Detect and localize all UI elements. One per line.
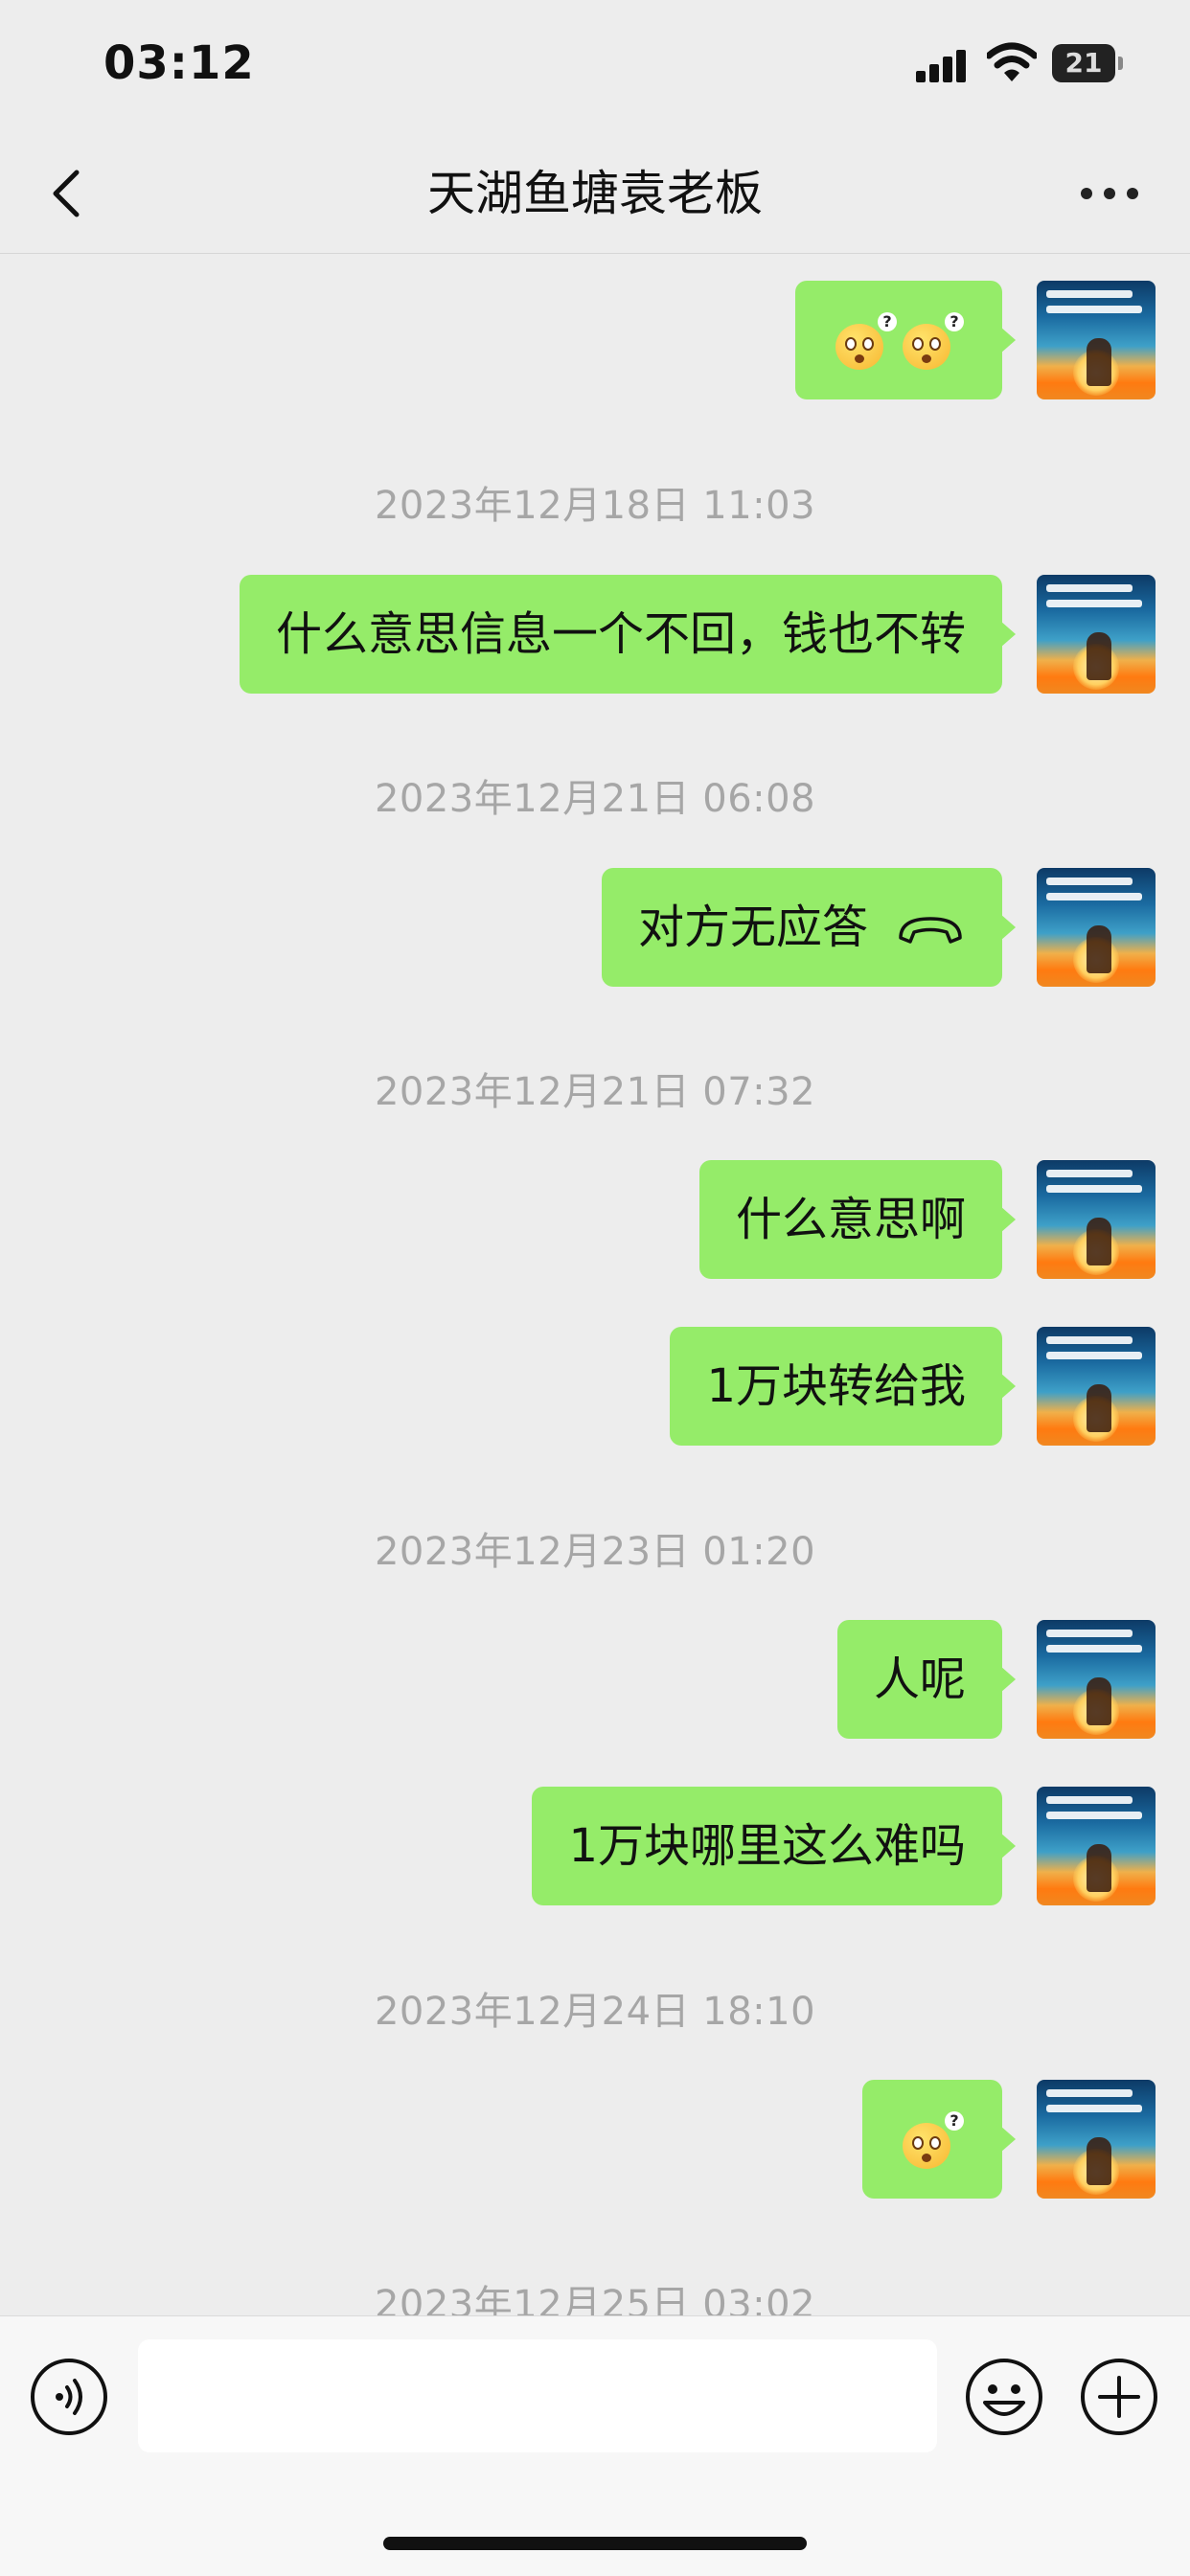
- wifi-icon: [987, 42, 1037, 81]
- timestamp: 2023年12月25日 03:02: [374, 2283, 816, 2315]
- more-dots-icon[interactable]: [1071, 172, 1148, 215]
- timestamp: 2023年12月23日 01:20: [374, 1530, 816, 1574]
- timestamp: 2023年12月18日 11:03: [374, 484, 816, 528]
- avatar[interactable]: [1037, 868, 1156, 987]
- cellular-signal-icon: [916, 48, 970, 82]
- home-indicator[interactable]: [383, 2537, 807, 2550]
- avatar[interactable]: [1037, 281, 1156, 399]
- confused-face-emoji: ?: [903, 312, 964, 370]
- message-input[interactable]: [138, 2339, 937, 2452]
- chat-title: 天湖鱼塘袁老板: [427, 166, 763, 221]
- message-bubble[interactable]: 1万块转给我: [670, 1327, 1016, 1446]
- message-bubble[interactable]: 什么意思信息一个不回，钱也不转: [239, 575, 1017, 694]
- avatar[interactable]: [1037, 1787, 1156, 1905]
- emoji-icon[interactable]: [964, 2357, 1044, 2437]
- battery-icon: 21: [1052, 44, 1125, 82]
- voice-icon[interactable]: [29, 2357, 109, 2437]
- call-status-text: 对方无应答: [637, 900, 868, 954]
- timestamp: 2023年12月21日 06:08: [374, 777, 816, 821]
- message-bubble[interactable]: 人呢: [836, 1620, 1017, 1739]
- confused-face-emoji: ?: [835, 312, 897, 370]
- avatar[interactable]: [1037, 1620, 1156, 1739]
- emoji-bubble[interactable]: ??: [795, 281, 1016, 399]
- battery-level: 21: [1064, 47, 1103, 79]
- status-bar: 03:12 21: [0, 0, 1190, 134]
- avatar[interactable]: [1037, 575, 1156, 694]
- timestamp: 2023年12月21日 07:32: [374, 1070, 816, 1114]
- avatar[interactable]: [1037, 1327, 1156, 1446]
- status-time: 03:12: [103, 36, 255, 90]
- message-bubble[interactable]: 什么意思啊: [698, 1160, 1017, 1279]
- chat-area[interactable]: ?? 2023年12月18日 11:03 什么意思信息一个不回，钱也不转 202…: [0, 254, 1190, 2315]
- avatar[interactable]: [1037, 1160, 1156, 1279]
- phone-hangup-icon: [899, 917, 962, 944]
- input-bar: [0, 2315, 1190, 2576]
- avatar[interactable]: [1037, 2080, 1156, 2199]
- confused-face-emoji: ?: [903, 2111, 964, 2169]
- call-bubble[interactable]: 对方无应答: [601, 868, 1017, 987]
- message-bubble[interactable]: 1万块哪里这么难吗: [532, 1787, 1016, 1905]
- emoji-bubble[interactable]: ?: [862, 2080, 1016, 2199]
- chevron-left-icon[interactable]: [33, 157, 105, 230]
- nav-bar: 天湖鱼塘袁老板: [0, 134, 1190, 254]
- timestamp: 2023年12月24日 18:10: [374, 1990, 816, 2034]
- plus-icon[interactable]: [1079, 2357, 1159, 2437]
